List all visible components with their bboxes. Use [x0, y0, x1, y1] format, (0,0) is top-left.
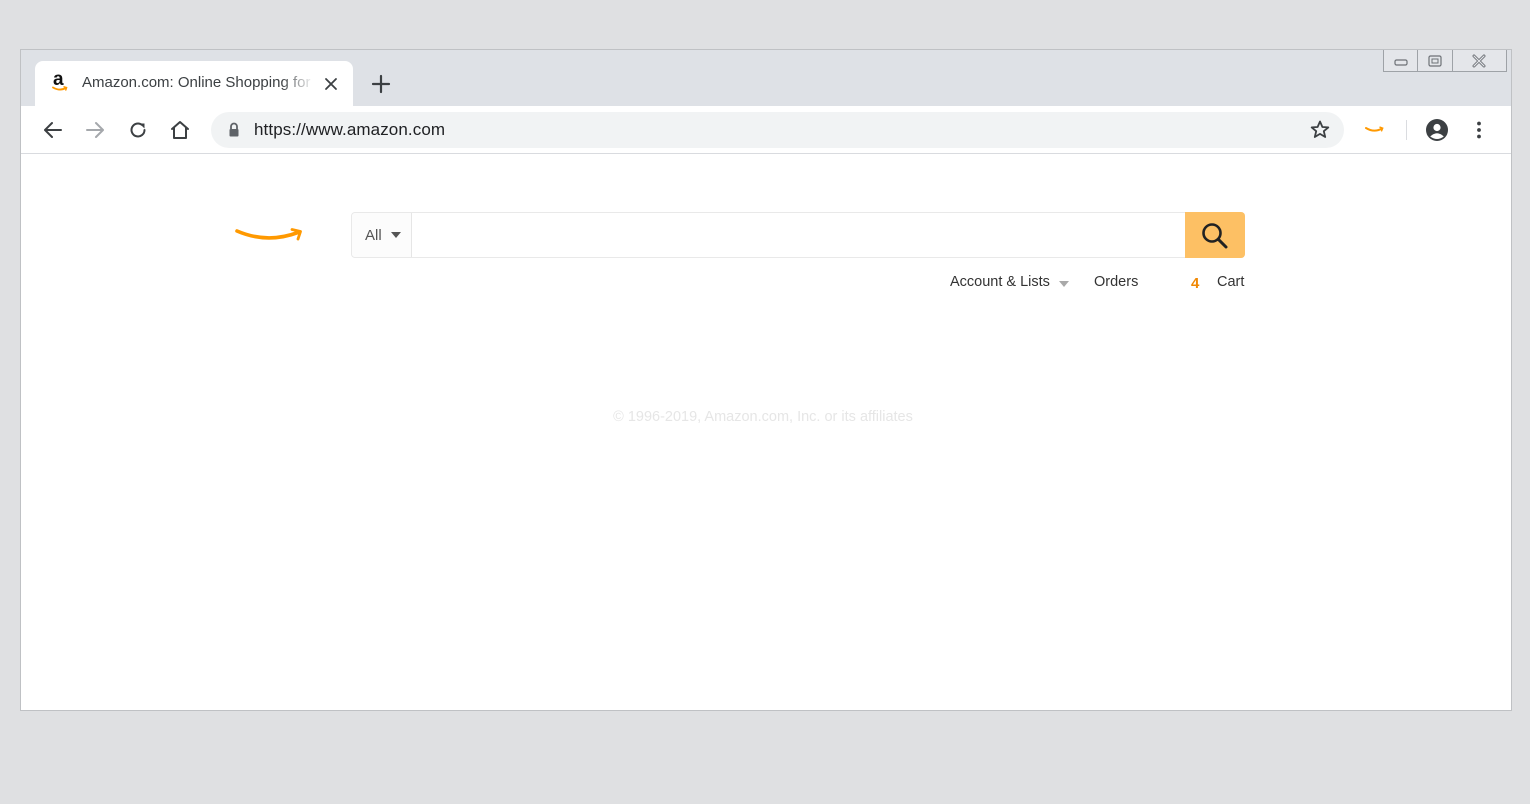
back-arrow-icon[interactable] — [41, 118, 65, 142]
close-icon[interactable] — [1453, 50, 1506, 71]
tab-close-icon[interactable] — [322, 75, 340, 93]
department-dropdown[interactable]: All — [352, 213, 412, 257]
search-icon — [1202, 223, 1228, 249]
tab-strip: a Amazon.com: Online Shopping for Electr… — [21, 50, 1511, 106]
forward-arrow-icon[interactable] — [83, 118, 107, 142]
account-circle-icon[interactable] — [1425, 118, 1449, 142]
minimize-icon[interactable] — [1384, 50, 1419, 71]
star-icon[interactable] — [1308, 118, 1332, 142]
address-bar[interactable]: https://www.amazon.com — [211, 112, 1344, 148]
account-lists-link[interactable]: Account & Lists — [950, 274, 1050, 290]
lock-icon — [227, 122, 241, 138]
search-bar: All — [351, 212, 1245, 258]
department-label: All — [365, 227, 382, 244]
home-icon[interactable] — [168, 118, 192, 142]
cart-link[interactable]: Cart — [1217, 274, 1244, 290]
more-vert-icon[interactable] — [1467, 118, 1491, 142]
url-text: https://www.amazon.com — [254, 120, 446, 139]
nav-links: Account & Lists Orders 4 Cart — [21, 274, 1511, 294]
cart-count-badge[interactable]: 4 — [1191, 275, 1199, 292]
amazon-favicon-icon: a — [52, 70, 68, 93]
page-content: All Account & Lists Orders 4 Cart © 1996… — [21, 154, 1511, 710]
tab-title: Amazon.com: Online Shopping for Electron… — [82, 74, 314, 91]
toolbar-separator — [1406, 120, 1407, 140]
caret-down-icon — [1059, 281, 1069, 287]
reload-icon[interactable] — [126, 118, 150, 142]
window-controls — [1383, 50, 1507, 72]
amazon-extension-icon[interactable] — [1363, 120, 1387, 140]
restore-icon[interactable] — [1418, 50, 1453, 71]
caret-down-icon — [391, 232, 401, 238]
browser-toolbar: https://www.amazon.com — [21, 106, 1511, 154]
copyright-text: © 1996-2019, Amazon.com, Inc. or its aff… — [613, 409, 913, 425]
browser-window: a Amazon.com: Online Shopping for Electr… — [20, 49, 1512, 711]
search-input[interactable] — [413, 213, 1184, 257]
search-button[interactable] — [1185, 212, 1245, 258]
amazon-smile-logo[interactable] — [234, 224, 306, 246]
new-tab-plus-icon[interactable] — [369, 72, 393, 96]
tab-amazon[interactable]: a Amazon.com: Online Shopping for Electr… — [35, 61, 353, 106]
orders-link[interactable]: Orders — [1094, 274, 1138, 290]
